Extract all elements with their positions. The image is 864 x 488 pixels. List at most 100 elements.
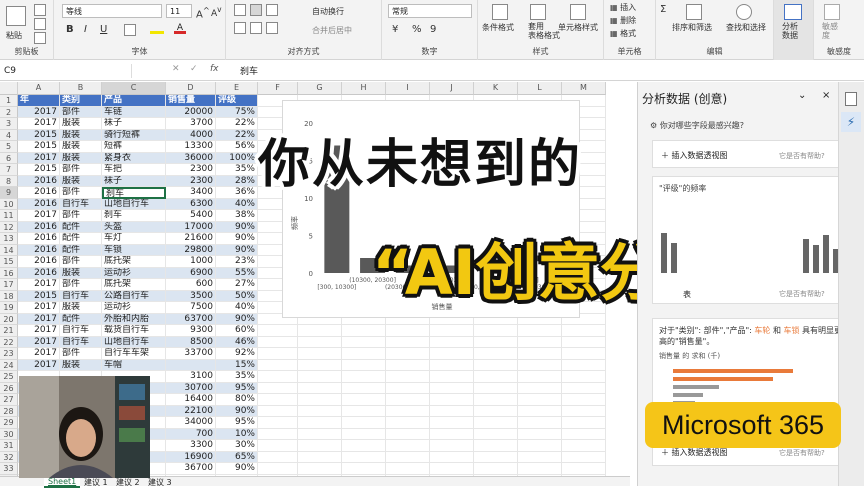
table-cell[interactable] [430,417,474,429]
row-header[interactable]: 18 [0,290,18,302]
row-header[interactable]: 8 [0,175,18,187]
table-cell[interactable]: 底托架 [102,256,166,268]
table-cell[interactable] [298,336,342,348]
italic-button[interactable]: I [84,24,87,35]
table-cell[interactable] [258,451,298,463]
table-cell[interactable]: 2016 [18,175,60,187]
table-cell[interactable] [258,394,298,406]
table-cell[interactable] [562,428,606,440]
table-cell[interactable]: 36% [216,187,258,199]
table-cell[interactable] [386,463,430,475]
table-cell[interactable] [474,463,518,475]
table-cell[interactable] [518,382,562,394]
table-cell[interactable] [386,371,430,383]
confirm-entry-icon[interactable]: ✓ [190,64,198,74]
table-cell[interactable]: 28% [216,175,258,187]
table-header-cell[interactable]: 销售量 [166,95,216,107]
table-cell[interactable]: 车帽 [102,359,166,371]
table-cell[interactable]: 2016 [18,267,60,279]
table-cell[interactable]: 公路自行车 [102,290,166,302]
align-right-icon[interactable] [266,22,278,34]
comma-button[interactable]: 9 [430,24,436,35]
font-size-select[interactable]: 11 [166,4,192,18]
table-cell[interactable]: 山地自行车 [102,198,166,210]
table-cell[interactable]: 自行车车架 [102,348,166,360]
column-header-a[interactable]: A [18,82,60,95]
table-cell[interactable]: 55% [216,267,258,279]
field-question-link[interactable]: ⚙ 你对哪些字段最感兴趣? [650,120,744,131]
table-cell[interactable]: 2015 [18,129,60,141]
table-cell[interactable]: 刹车 [102,210,166,222]
column-header-d[interactable]: D [166,82,216,95]
table-cell[interactable]: 2017 [18,118,60,130]
column-header-h[interactable]: H [342,82,386,95]
table-cell[interactable]: 3100 [166,371,216,383]
table-cell[interactable] [430,463,474,475]
table-cell[interactable] [518,451,562,463]
align-top-icon[interactable] [234,4,246,16]
table-cell[interactable] [474,371,518,383]
paste-button[interactable]: 粘贴 [6,30,22,41]
table-cell[interactable]: 60% [216,325,258,337]
insight-card-1[interactable]: ＋ 插入数据透视图 它是否有帮助? [652,140,848,168]
format-button[interactable]: ▦ 格式 [610,28,636,39]
table-cell[interactable]: 部件 [60,210,102,222]
font-shrink-icon[interactable]: Av [211,5,222,19]
table-cell[interactable] [258,348,298,360]
table-cell[interactable] [518,371,562,383]
table-cell[interactable] [562,336,606,348]
table-cell[interactable]: 2016 [18,198,60,210]
table-cell[interactable]: 刹车 [102,187,166,199]
table-cell[interactable] [298,348,342,360]
row-header[interactable]: 1 [0,95,18,107]
table-cell[interactable]: 部件 [60,279,102,291]
table-cell[interactable]: 自行车 [60,290,102,302]
table-cell[interactable] [386,417,430,429]
table-cell[interactable] [518,359,562,371]
cut-icon[interactable] [34,4,46,16]
table-cell[interactable] [258,405,298,417]
align-left-icon[interactable] [234,22,246,34]
table-cell[interactable]: 2017 [18,313,60,325]
table-cell[interactable]: 配件 [60,313,102,325]
table-cell[interactable] [298,451,342,463]
table-cell[interactable]: 15% [216,359,258,371]
align-center-icon[interactable] [250,22,262,34]
row-header[interactable]: 23 [0,348,18,360]
column-header-e[interactable]: E [216,82,258,95]
table-cell[interactable] [518,463,562,475]
table-cell[interactable]: 600 [166,279,216,291]
table-cell[interactable]: 75% [216,106,258,118]
table-cell[interactable]: 5400 [166,210,216,222]
helpful-link-3[interactable]: 它是否有帮助? [779,448,825,458]
table-cell[interactable]: 2017 [18,106,60,118]
table-cell[interactable]: 92% [216,348,258,360]
table-cell[interactable] [386,336,430,348]
table-cell[interactable]: 车把 [102,164,166,176]
table-cell[interactable] [430,325,474,337]
table-cell[interactable]: 配件 [60,221,102,233]
sensitivity-icon[interactable] [824,4,840,20]
table-cell[interactable] [298,428,342,440]
bold-button[interactable]: B [66,24,74,35]
table-cell[interactable]: 3400 [166,187,216,199]
fill-color-icon[interactable] [150,24,164,34]
insight-card-2[interactable]: "评级"的频率 表 它是否有帮助? [652,176,848,304]
table-cell[interactable]: 33700 [166,348,216,360]
row-header[interactable]: 27 [0,394,18,406]
row-header[interactable]: 11 [0,210,18,222]
table-cell[interactable] [386,440,430,452]
table-cell[interactable] [430,451,474,463]
table-cell[interactable]: 17000 [166,221,216,233]
table-cell[interactable]: 2300 [166,164,216,176]
helpful-link-2[interactable]: 它是否有帮助? [779,289,825,299]
table-cell[interactable]: 20000 [166,106,216,118]
table-cell[interactable]: 配件 [60,233,102,245]
table-cell[interactable] [474,428,518,440]
table-cell[interactable] [386,348,430,360]
table-cell[interactable]: 2015 [18,141,60,153]
table-cell[interactable]: 2300 [166,175,216,187]
column-header-c[interactable]: C [102,82,166,95]
table-cell[interactable] [474,336,518,348]
pane-close-button[interactable]: × [822,90,830,101]
